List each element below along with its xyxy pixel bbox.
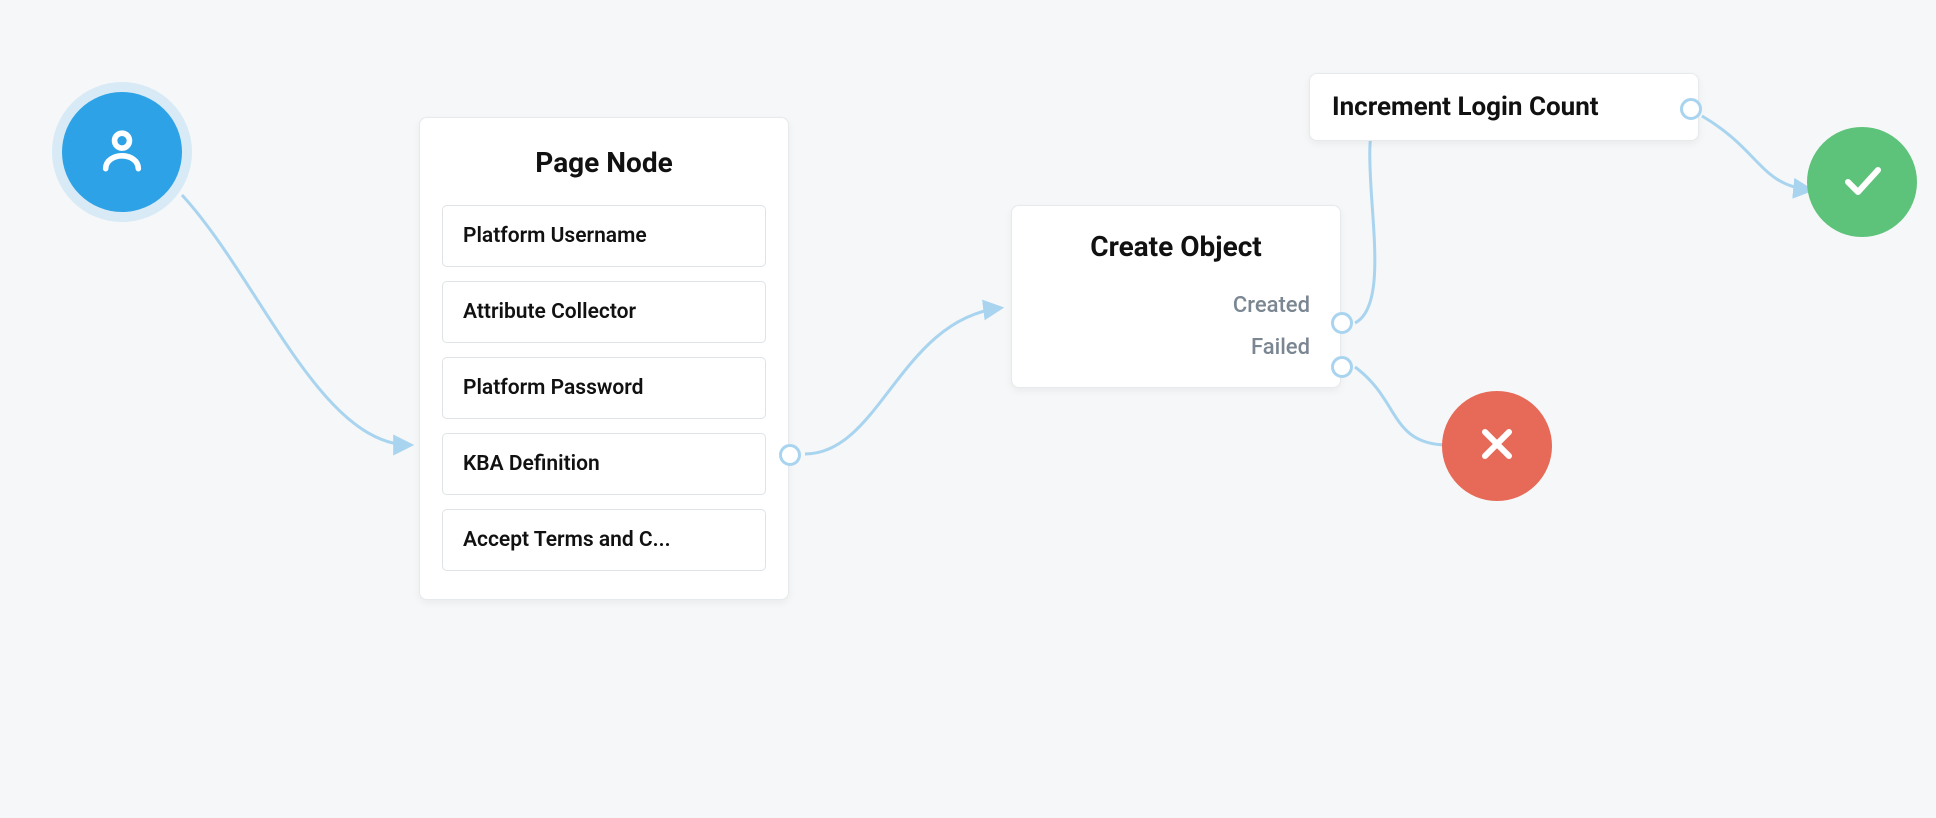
increment-output-port[interactable] [1680, 98, 1702, 120]
page-node-item[interactable]: KBA Definition [442, 433, 766, 495]
user-icon [94, 122, 150, 182]
page-node-output-port[interactable] [779, 444, 801, 466]
page-node-item[interactable]: Attribute Collector [442, 281, 766, 343]
page-node-title: Page Node [442, 146, 766, 179]
close-icon [1473, 420, 1521, 472]
create-object-title: Create Object [1042, 230, 1310, 263]
create-object-failed-port[interactable] [1331, 356, 1353, 378]
page-node-item[interactable]: Accept Terms and C... [442, 509, 766, 571]
create-object-created-port[interactable] [1331, 312, 1353, 334]
check-icon [1838, 156, 1886, 208]
page-node-card[interactable]: Page Node Platform Username Attribute Co… [419, 117, 789, 600]
page-node-item[interactable]: Platform Username [442, 205, 766, 267]
create-object-outcome-created: Created [1042, 285, 1310, 327]
increment-title: Increment Login Count [1332, 92, 1676, 122]
success-node[interactable] [1807, 127, 1917, 237]
increment-login-count-card[interactable]: Increment Login Count [1309, 73, 1699, 141]
create-object-outcome-failed: Failed [1042, 327, 1310, 369]
start-node[interactable] [62, 92, 182, 212]
failure-node[interactable] [1442, 391, 1552, 501]
page-node-item[interactable]: Platform Password [442, 357, 766, 419]
create-object-card[interactable]: Create Object Created Failed [1011, 205, 1341, 388]
